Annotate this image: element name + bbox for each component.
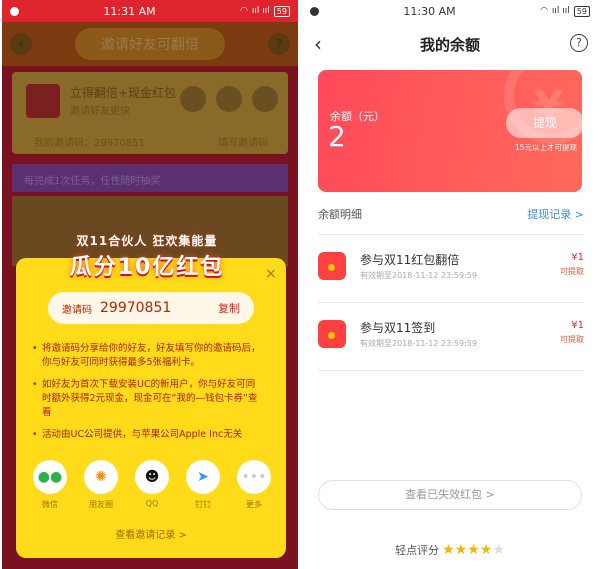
right-screen: 11:30 AM ◠ ııl ııl 59 ‹ 我的余额 ? ¥ 余额（元） 2…: [302, 0, 598, 569]
moments-icon: [216, 86, 242, 112]
divider: [318, 234, 584, 235]
dingtalk-icon: ➤: [186, 460, 220, 494]
status-time: 11:31 AM: [103, 4, 156, 18]
wechat-icon: ●●: [33, 460, 67, 494]
page-title: 我的余额: [419, 35, 480, 54]
banner-main: 瓜分10亿红包: [69, 255, 225, 280]
signal-icon: ııl ııl: [551, 6, 570, 16]
modal-banner: 双11合伙人 狂欢集能量 瓜分10亿红包: [42, 232, 252, 281]
background-header: ‹ 邀请好友可翻倍 ?: [2, 22, 298, 66]
item-title: 参与双11红包翻倍: [360, 253, 460, 267]
invalid-redpackets-button[interactable]: 查看已失效红包 >: [318, 480, 582, 510]
background-title: 邀请好友可翻倍: [75, 28, 225, 60]
qq-icon: ☻: [135, 460, 169, 494]
invite-code-box: 邀请码 29970851 复制: [48, 292, 254, 324]
detail-title: 余额明细: [318, 208, 362, 221]
star-icon[interactable]: ★: [455, 542, 468, 558]
moments-icon: ✺: [84, 460, 118, 494]
star-icon[interactable]: ★: [480, 542, 493, 558]
withdraw-note: 15元以上才可提现: [514, 143, 578, 152]
star-icon[interactable]: ★: [442, 542, 455, 558]
status-icons: ◠ ııl ııl 59: [540, 5, 590, 17]
star-icon[interactable]: ★: [492, 542, 505, 558]
balance-amount: 2: [328, 120, 346, 153]
item-expiry: 有效期至2018-11-12 23:59:59: [360, 271, 477, 280]
share-wechat-button[interactable]: ●● 微信: [30, 460, 70, 510]
share-moments-button[interactable]: ✺ 朋友圈: [81, 460, 121, 510]
background-card-title: 立得翻倍+现金红包: [70, 86, 177, 100]
more-icon: •••: [237, 460, 271, 494]
redpacket-icon: [318, 320, 346, 348]
nav-bar: ‹ 我的余额 ?: [302, 22, 598, 66]
rule-item: 活动由UC公司提供，与苹果公司Apple Inc无关: [32, 428, 264, 442]
battery-icon: 59: [273, 5, 290, 17]
status-bar: 11:31 AM ◠ ııl ııl 59: [2, 0, 298, 22]
wifi-icon: ◠: [240, 6, 248, 16]
rules-list: 将邀请码分享给你的好友，好友填写你的邀请码后，你与好友可同时获得最多5张福利卡。…: [32, 342, 264, 450]
rating-stars[interactable]: ★★★★★: [442, 542, 505, 558]
share-label: QQ: [145, 499, 159, 508]
notification-dot-icon: [10, 6, 19, 16]
share-label: 朋友圈: [89, 500, 113, 509]
share-label: 更多: [246, 500, 262, 509]
background-card: 立得翻倍+现金红包 邀请好友更快 我的邀请码：29970851 填写邀请码: [12, 72, 288, 154]
invite-records-link[interactable]: 查看邀请记录 >: [16, 526, 286, 541]
status-bar: 11:30 AM ◠ ııl ııl 59: [302, 0, 598, 22]
rule-item: 如好友为首次下载安装UC的新用户，你与好友可同时额外获得2元现金，现金可在“我的…: [32, 378, 264, 420]
balance-card: ¥ 余额（元） 2 提现 15元以上才可提现: [318, 70, 582, 192]
item-amount: ¥1: [571, 320, 584, 331]
help-icon[interactable]: ?: [570, 34, 588, 52]
invite-code-value: 29970851: [100, 300, 172, 316]
redpacket-icon: [26, 84, 60, 118]
close-icon[interactable]: ×: [265, 266, 277, 282]
rating-row: 轻点评分 ★★★★★: [302, 542, 598, 558]
share-label: 钉钉: [195, 500, 211, 509]
background-card-subtitle: 邀请好友更快: [70, 106, 130, 117]
divider: [318, 302, 584, 303]
share-qq-button[interactable]: ☻ QQ: [132, 460, 172, 510]
star-icon[interactable]: ★: [467, 542, 480, 558]
list-item[interactable]: 参与双11签到 有效期至2018-11-12 23:59:59 ¥1 可提取: [318, 308, 584, 366]
copy-button[interactable]: 复制: [218, 300, 240, 316]
my-invite-code: 我的邀请码：29970851: [34, 138, 145, 149]
share-label: 微信: [42, 500, 58, 509]
redpacket-icon: [318, 252, 346, 280]
item-title: 参与双11签到: [360, 321, 436, 335]
divider: [318, 370, 584, 371]
item-status: 可提取: [560, 267, 584, 276]
status-time: 11:30 AM: [403, 4, 456, 18]
withdraw-records-link[interactable]: 提现记录 >: [527, 206, 584, 222]
qq-icon: [252, 86, 278, 112]
help-icon: ?: [268, 33, 290, 55]
battery-icon: 59: [573, 5, 590, 17]
back-icon: ‹: [10, 33, 32, 55]
detail-header: 余额明细 提现记录 >: [318, 206, 584, 222]
share-more-button[interactable]: ••• 更多: [234, 460, 274, 510]
rating-label: 轻点评分: [395, 544, 440, 557]
wifi-icon: ◠: [540, 6, 548, 16]
share-row: ●● 微信 ✺ 朋友圈 ☻ QQ ➤ 钉钉 ••• 更多: [30, 460, 274, 510]
invite-code-label: 邀请码: [62, 304, 92, 316]
background-band: 每完成1次任务，任性随时抽奖: [12, 164, 288, 192]
item-amount: ¥1: [571, 252, 584, 263]
withdraw-button[interactable]: 提现: [506, 108, 582, 138]
banner-top: 双11合伙人 狂欢集能量: [76, 234, 218, 248]
signal-icon: ııl ııl: [251, 6, 270, 16]
rule-item: 将邀请码分享给你的好友，好友填写你的邀请码后，你与好友可同时获得最多5张福利卡。: [32, 342, 264, 370]
item-status: 可提取: [560, 335, 584, 344]
list-item[interactable]: 参与双11红包翻倍 有效期至2018-11-12 23:59:59 ¥1 可提取: [318, 240, 584, 298]
back-icon[interactable]: ‹: [314, 32, 322, 56]
share-dingtalk-button[interactable]: ➤ 钉钉: [183, 460, 223, 510]
fill-invite-code: 填写邀请码: [218, 138, 268, 149]
status-icons: ◠ ııl ııl 59: [240, 5, 290, 17]
wechat-icon: [180, 86, 206, 112]
notification-dot-icon: [310, 6, 319, 16]
left-screen: 11:31 AM ◠ ııl ııl 59 ‹ 邀请好友可翻倍 ? 立得翻倍+现…: [2, 0, 298, 569]
item-expiry: 有效期至2018-11-12 23:59:59: [360, 339, 477, 348]
